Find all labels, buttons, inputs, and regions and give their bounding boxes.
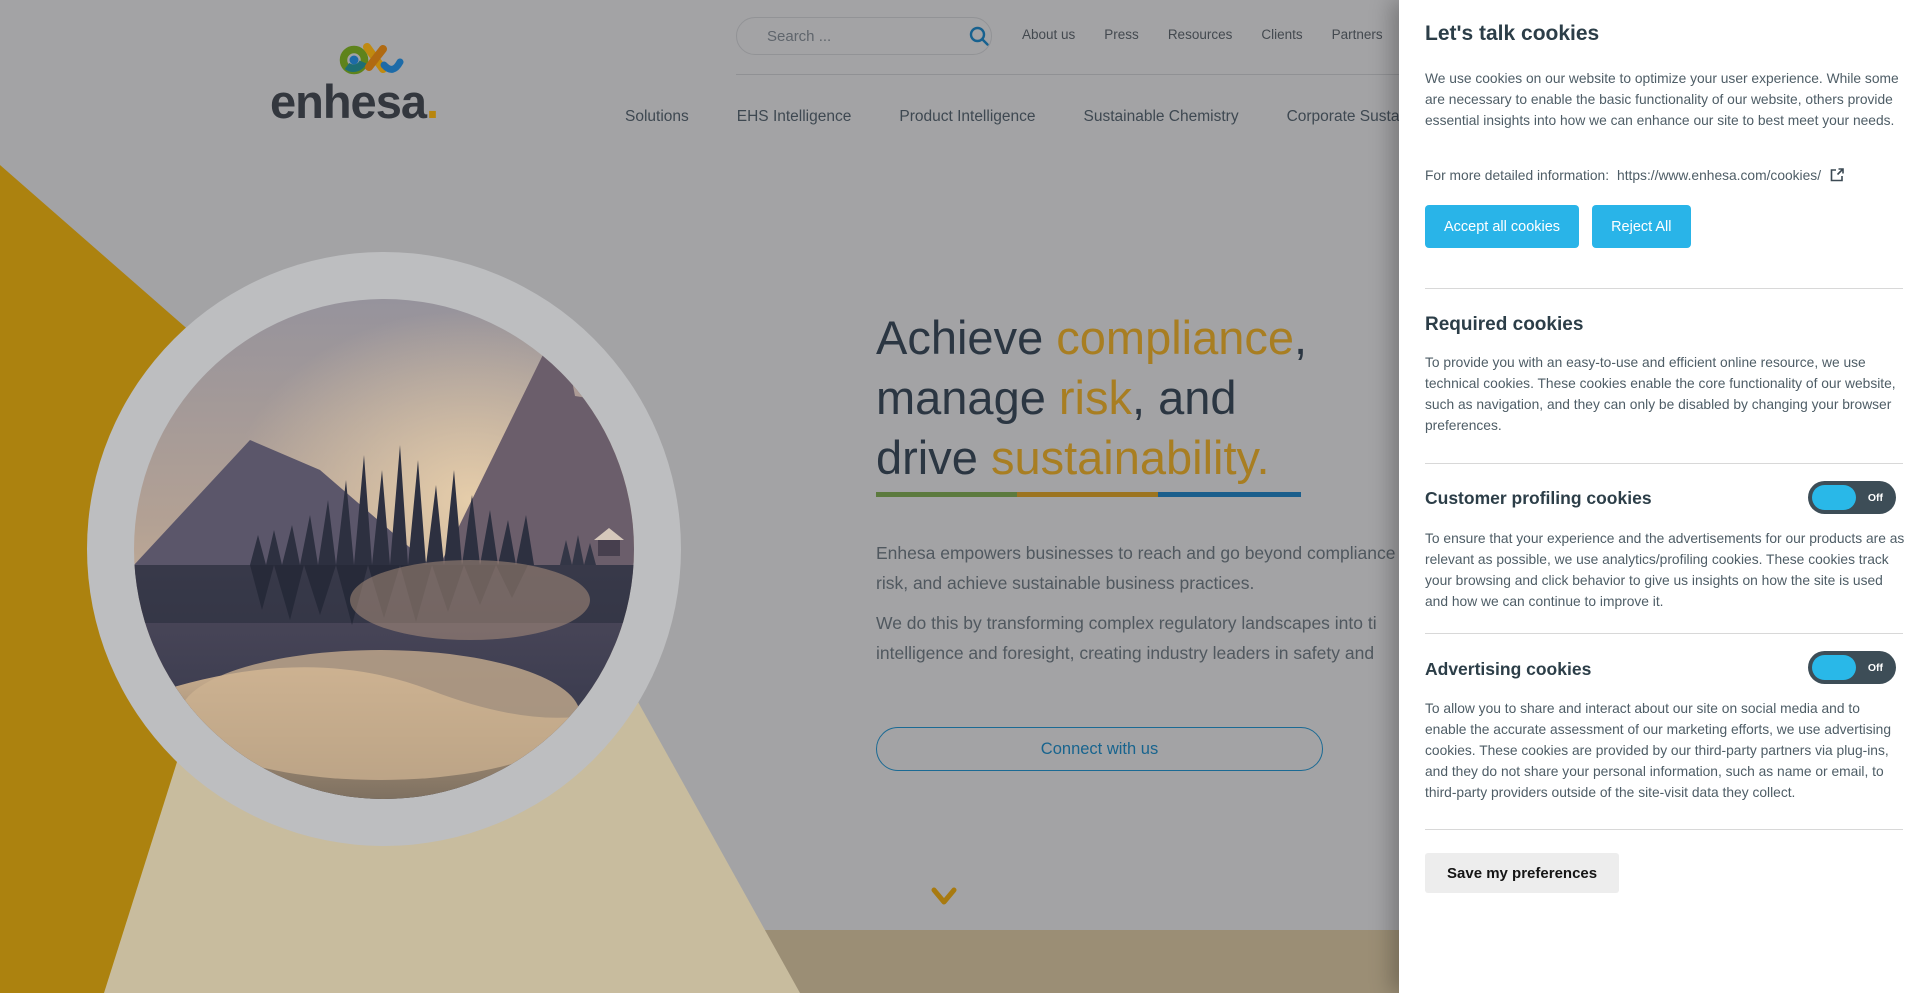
external-link-icon[interactable] [1829,167,1845,183]
customer-profiling-cookies-body: To ensure that your experience and the a… [1425,528,1905,612]
top-nav-clients[interactable]: Clients [1261,27,1302,42]
cookie-more-info: For more detailed information: https://w… [1425,167,1845,183]
panel-divider [1425,288,1903,289]
hero-paragraph-1: Enhesa empowers businesses to reach and … [876,538,1396,598]
required-cookies-body: To provide you with an easy-to-use and e… [1425,352,1905,436]
advertising-cookies-body: To allow you to share and interact about… [1425,698,1905,803]
toggle-state-label: Off [1868,651,1883,684]
enhesa-infinity-icon [338,36,404,78]
logo-wordmark: enhesa. [270,74,438,129]
cookie-consent-panel: Let's talk cookies We use cookies on our… [1399,0,1920,993]
panel-divider [1425,633,1903,634]
customer-profiling-toggle[interactable]: Off [1808,481,1896,514]
top-nav-resources[interactable]: Resources [1168,27,1233,42]
top-nav-partners[interactable]: Partners [1332,27,1383,42]
scroll-down-chevron-icon[interactable] [926,884,962,910]
search-icon [968,25,990,47]
reject-all-button[interactable]: Reject All [1592,205,1690,248]
advertising-toggle[interactable]: Off [1808,651,1896,684]
cookies-policy-link[interactable]: https://www.enhesa.com/cookies/ [1617,168,1821,183]
customer-profiling-cookies-title: Customer profiling cookies [1425,488,1652,509]
panel-divider [1425,829,1903,830]
main-nav-product-intelligence[interactable]: Product Intelligence [899,108,1035,126]
cookie-action-buttons: Accept all cookies Reject All [1425,205,1691,248]
more-info-label: For more detailed information: [1425,168,1609,183]
panel-divider [1425,463,1903,464]
main-nav-sustainable-chemistry[interactable]: Sustainable Chemistry [1084,108,1239,126]
hero-paragraph-2: We do this by transforming complex regul… [876,608,1377,668]
search-bar[interactable] [736,17,992,55]
toggle-knob [1812,485,1856,510]
search-input[interactable] [737,28,966,45]
search-button[interactable] [966,18,991,54]
main-nav-ehs-intelligence[interactable]: EHS Intelligence [737,108,852,126]
main-nav-solutions[interactable]: Solutions [625,108,689,126]
hero-underline [876,492,1301,497]
cookie-panel-title: Let's talk cookies [1425,22,1599,46]
advertising-cookies-title: Advertising cookies [1425,659,1591,680]
main-nav: Solutions EHS Intelligence Product Intel… [625,108,1451,126]
save-preferences-button[interactable]: Save my preferences [1425,853,1619,893]
hero-heading: Achieve compliance, manage risk, and dri… [876,308,1307,488]
top-nav-press[interactable]: Press [1104,27,1139,42]
toggle-knob [1812,655,1856,680]
top-nav: About us Press Resources Clients Partner… [1022,27,1383,42]
toggle-state-label: Off [1868,481,1883,514]
required-cookies-title: Required cookies [1425,314,1583,336]
accept-all-cookies-button[interactable]: Accept all cookies [1425,205,1579,248]
cookie-intro-text: We use cookies on our website to optimiz… [1425,68,1903,131]
top-nav-about-us[interactable]: About us [1022,27,1075,42]
connect-with-us-button[interactable]: Connect with us [876,727,1323,771]
